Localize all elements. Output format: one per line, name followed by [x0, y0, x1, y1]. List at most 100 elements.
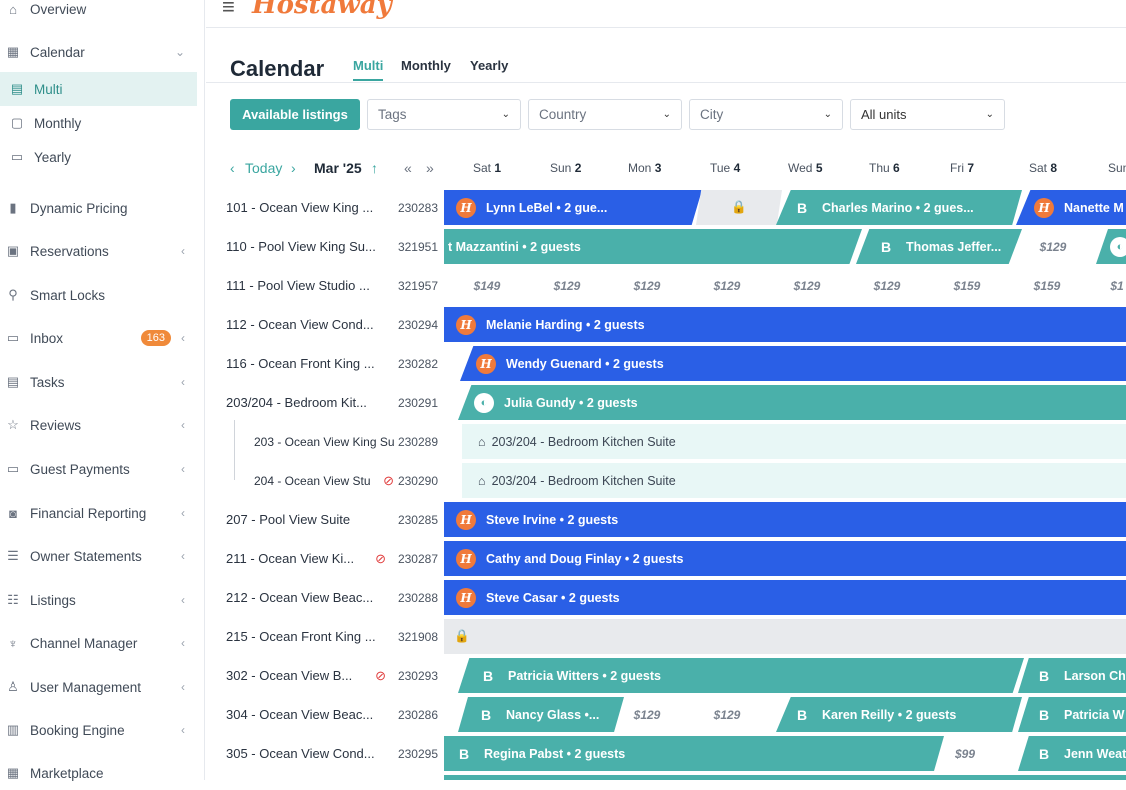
reservation-bar[interactable]: B Jenn Weat [1018, 736, 1126, 771]
sidebar-item-overview[interactable]: ⌂ Overview [0, 0, 205, 26]
reservation-bar[interactable]: B Karen Reilly • 2 guests [776, 697, 1022, 732]
chevron-down-icon: ⌄ [662, 109, 671, 120]
listing-row[interactable]: 110 - Pool View King Su... 321951 [206, 227, 444, 266]
menu-icon[interactable]: ≡ [222, 0, 235, 18]
sidebar-item-label: Marketplace [30, 765, 104, 781]
reservation-bar[interactable]: H Nanette M [1016, 190, 1126, 225]
reservation-bar[interactable]: B Patricia Witters • 2 guests [458, 658, 1024, 693]
listing-row[interactable]: 203/204 - Bedroom Kit... 230291 [206, 383, 444, 422]
price-cell[interactable]: $1 [1102, 268, 1126, 303]
reservation-bar[interactable]: B Larson Ch [1018, 658, 1126, 693]
reservation-bar[interactable]: B Regina Pabst • 2 guests [444, 736, 944, 771]
listing-row[interactable]: 207 - Pool View Suite 230285 [206, 500, 444, 539]
listing-row[interactable]: 204 - Ocean View Stu ⊘ 230290 [206, 461, 444, 500]
sidebar-item-tasks[interactable]: ▤ Tasks ‹ [0, 365, 205, 399]
parent-listing-bar[interactable]: ⌂ 203/204 - Bedroom Kitchen Suite [462, 424, 1126, 459]
reservation-bar[interactable]: B Thomas Jeffer... [856, 229, 1022, 264]
parent-listing-label: 203/204 - Bedroom Kitchen Suite [491, 473, 676, 488]
sidebar-item-channel-manager[interactable]: ♆ Channel Manager ‹ [0, 626, 205, 660]
tab-monthly[interactable]: Monthly [401, 58, 451, 73]
listing-row[interactable]: 116 - Ocean Front King ... 230282 [206, 344, 444, 383]
price-cell[interactable]: $129 [1028, 229, 1078, 264]
reservation-bar[interactable]: B Charles Marino • 2 gues... [776, 190, 1022, 225]
reservation-bar[interactable]: H Cathy and Doug Finlay • 2 guests [444, 541, 1126, 576]
sidebar-item-label: Financial Reporting [30, 505, 147, 521]
sidebar-item-yearly[interactable]: ▭ Yearly [0, 140, 205, 174]
price-cell[interactable]: $129 [622, 268, 672, 303]
price-cell[interactable]: $99 [940, 736, 990, 771]
country-select[interactable]: Country ⌄ [528, 99, 682, 130]
blocked-day[interactable]: 🔒 [696, 190, 782, 225]
logo: Hostaway [252, 0, 392, 20]
city-select-value: City [700, 107, 724, 122]
tab-yearly[interactable]: Yearly [470, 58, 508, 73]
chevron-left-icon: ‹ [181, 506, 185, 520]
reservation-bar[interactable]: H Melanie Harding • 2 guests [444, 307, 1126, 342]
day-number: 3 [654, 161, 662, 175]
sidebar-item-multi[interactable]: ▤ Multi [0, 72, 197, 106]
divider [206, 82, 1126, 83]
reservation-bar[interactable]: H Wendy Guenard • 2 guests [460, 346, 1126, 381]
price-cell[interactable]: $129 [622, 697, 672, 732]
available-listings-button[interactable]: Available listings [230, 99, 360, 130]
sidebar-item-smart-locks[interactable]: ⚲ Smart Locks [0, 278, 205, 312]
sidebar-item-dynamic-pricing[interactable]: ▮ Dynamic Pricing [0, 191, 205, 225]
price-cell[interactable]: $129 [702, 268, 752, 303]
price-cell[interactable]: $159 [942, 268, 992, 303]
sidebar-item-booking-engine[interactable]: ▥ Booking Engine ‹ [0, 713, 205, 747]
sidebar-item-calendar[interactable]: ▦ Calendar ⌄ [0, 35, 205, 69]
reservation-bar[interactable]: B Nancy Glass •... [458, 697, 624, 732]
parent-listing-bar[interactable]: ⌂ 203/204 - Bedroom Kitchen Suite [462, 463, 1126, 498]
reservation-bar[interactable] [444, 775, 1126, 780]
listing-row[interactable]: 111 - Pool View Studio ... 321957 [206, 266, 444, 305]
reservation-bar[interactable]: H Steve Irvine • 2 guests [444, 502, 1126, 537]
chevron-left-icon: ‹ [181, 680, 185, 694]
units-select[interactable]: All units ⌄ [850, 99, 1005, 130]
blocked-range[interactable]: 🔒 [444, 619, 1126, 654]
listing-row[interactable]: 211 - Ocean View Ki... ⊘ 230287 [206, 539, 444, 578]
reservation-bar[interactable]: ◐ [1096, 229, 1126, 264]
listing-row[interactable]: 101 - Ocean View King ... 230283 [206, 188, 444, 227]
tab-multi[interactable]: Multi [353, 58, 384, 81]
first-page-icon[interactable]: « [404, 160, 412, 176]
listing-row[interactable]: 203 - Ocean View King Su 230289 [206, 422, 444, 461]
sidebar-item-user-management[interactable]: ♙ User Management ‹ [0, 670, 205, 704]
sidebar-item-reviews[interactable]: ☆ Reviews ‹ [0, 408, 205, 442]
reservation-bar[interactable]: t Mazzantini • 2 guests [444, 229, 862, 264]
listing-row[interactable]: 215 - Ocean Front King ... 321908 [206, 617, 444, 656]
last-page-icon[interactable]: » [426, 160, 434, 176]
tags-select[interactable]: Tags ⌄ [367, 99, 521, 130]
sidebar-item-marketplace[interactable]: ▦ Marketplace [0, 756, 205, 790]
listing-row[interactable]: 305 - Ocean View Cond... 230295 [206, 734, 444, 773]
city-select[interactable]: City ⌄ [689, 99, 843, 130]
listing-row[interactable]: 212 - Ocean View Beac... 230288 [206, 578, 444, 617]
sidebar-item-listings[interactable]: ☷ Listings ‹ [0, 583, 205, 617]
listing-row[interactable]: 112 - Ocean View Cond... 230294 [206, 305, 444, 344]
sidebar-item-financial-reporting[interactable]: ◙ Financial Reporting ‹ [0, 496, 205, 530]
price-cell[interactable]: $129 [862, 268, 912, 303]
listing-row[interactable]: 302 - Ocean View B... ⊘ 230293 [206, 656, 444, 695]
prev-period-button[interactable]: ‹ [230, 160, 235, 176]
sidebar-item-inbox[interactable]: ▭ Inbox 163 ‹ [0, 321, 205, 355]
listing-row[interactable]: 304 - Ocean View Beac... 230286 [206, 695, 444, 734]
sidebar-item-reservations[interactable]: ▣ Reservations ‹ [0, 234, 205, 268]
today-button[interactable]: Today [245, 160, 282, 176]
sidebar-item-owner-statements[interactable]: ☰ Owner Statements ‹ [0, 539, 205, 573]
reservation-bar[interactable]: H Lynn LeBel • 2 gue... [444, 190, 702, 225]
reservation-bar[interactable]: B Patricia W [1018, 697, 1126, 732]
listing-name: 305 - Ocean View Cond... [226, 746, 375, 761]
price-cell[interactable]: $129 [702, 697, 752, 732]
day-header: Sun [1108, 161, 1126, 175]
price-cell[interactable]: $129 [542, 268, 592, 303]
sort-icon[interactable]: ↑ [371, 160, 378, 176]
reservation-bar[interactable]: H Steve Casar • 2 guests [444, 580, 1126, 615]
sidebar-item-monthly[interactable]: ▢ Monthly [0, 106, 205, 140]
next-period-button[interactable]: › [291, 160, 296, 176]
price-cell[interactable]: $149 [462, 268, 512, 303]
key-icon: ⚲ [8, 287, 18, 302]
price-cell[interactable]: $159 [1022, 268, 1072, 303]
reservation-bar[interactable]: ◐ Julia Gundy • 2 guests [458, 385, 1126, 420]
sidebar-item-guest-payments[interactable]: ▭ Guest Payments ‹ [0, 452, 205, 486]
price-cell[interactable]: $129 [782, 268, 832, 303]
sidebar-item-label: Overview [30, 1, 87, 17]
